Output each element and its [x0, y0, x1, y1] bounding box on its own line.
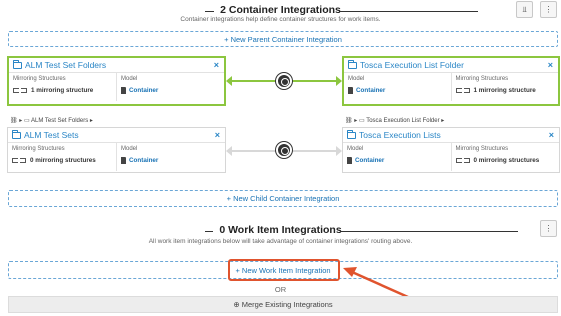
kebab-menu-icon: ⋮	[544, 224, 553, 233]
model-label: Model	[347, 146, 364, 152]
container-section-subtitle: Container integrations help define conta…	[180, 16, 381, 23]
link-icon: ⛓ ▸	[345, 118, 358, 124]
link-hub-icon[interactable]	[276, 73, 292, 89]
mirroring-icon	[455, 158, 470, 163]
card-alm-test-sets[interactable]: ALM Test Sets × Mirroring Structures 0 m…	[7, 127, 226, 173]
work-item-section-subtitle: All work item integrations below will ta…	[148, 238, 413, 245]
link-icon: ⛓ ▸	[10, 118, 23, 124]
close-icon[interactable]: ×	[548, 60, 553, 70]
model-value[interactable]: Container	[355, 157, 384, 164]
chart-icon: ⫫	[522, 4, 527, 14]
breadcrumb-left-text[interactable]: ALM Test Set Folders ▸	[31, 118, 93, 124]
card-tosca-execution-list-folder[interactable]: Tosca Execution List Folder × Model Cont…	[342, 56, 560, 106]
container-menu-button[interactable]: ⋮	[540, 1, 557, 18]
mirroring-structures-value[interactable]: 0 mirroring structures	[30, 157, 96, 164]
container-section-title: 2 Container Integrations	[214, 4, 347, 16]
breadcrumb-left: ⛓ ▸ ▭ ALM Test Set Folders ▸	[10, 117, 93, 124]
card-header: ALM Test Sets ×	[8, 128, 225, 143]
document-icon	[348, 87, 353, 94]
card-header: Tosca Execution List Folder ×	[344, 58, 558, 73]
mirroring-structures-value[interactable]: 1 mirroring structure	[474, 87, 536, 94]
folder-icon	[348, 59, 357, 69]
model-value[interactable]: Container	[129, 87, 158, 94]
folder-icon: ▭	[358, 118, 365, 124]
arrow-left-icon	[226, 146, 232, 156]
card-header: ALM Test Set Folders ×	[9, 58, 224, 73]
card-alm-test-set-folders[interactable]: ALM Test Set Folders × Mirroring Structu…	[7, 56, 226, 106]
card-title[interactable]: Tosca Execution Lists	[359, 130, 441, 140]
close-icon[interactable]: ×	[215, 130, 220, 140]
arrow-right-icon	[336, 146, 342, 156]
work-item-section-header: 0 Work Item Integrations	[0, 224, 561, 236]
folder-icon	[13, 59, 22, 69]
model-value[interactable]: Container	[129, 157, 158, 164]
mirroring-structures-label: Mirroring Structures	[455, 146, 509, 152]
close-icon[interactable]: ×	[214, 60, 219, 70]
card-header: Tosca Execution Lists ×	[343, 128, 559, 143]
model-label: Model	[121, 146, 138, 152]
breadcrumb-right-text[interactable]: Tosca Execution List Folder ▸	[366, 118, 444, 124]
mirroring-icon	[455, 88, 470, 93]
model-label: Model	[348, 76, 365, 82]
folder-icon: ▭	[23, 118, 30, 124]
mirroring-icon	[12, 158, 26, 163]
mirroring-structures-label: Mirroring Structures	[455, 76, 509, 82]
annotation-highlight-box	[228, 259, 340, 281]
or-separator: OR	[274, 285, 287, 294]
card-title[interactable]: ALM Test Sets	[24, 130, 79, 140]
container-section-header: 2 Container Integrations	[0, 4, 561, 16]
document-icon	[121, 157, 126, 164]
folder-icon	[347, 129, 356, 139]
document-icon	[347, 157, 352, 164]
kebab-menu-icon: ⋮	[544, 5, 553, 14]
mirroring-structures-label: Mirroring Structures	[13, 76, 66, 82]
card-title[interactable]: Tosca Execution List Folder	[360, 60, 464, 70]
work-item-section-title: 0 Work Item Integrations	[213, 224, 348, 236]
breadcrumb-right: ⛓ ▸ ▭ Tosca Execution List Folder ▸	[345, 117, 444, 124]
arrow-left-icon	[226, 76, 232, 86]
work-item-menu-button[interactable]: ⋮	[540, 220, 557, 237]
card-title[interactable]: ALM Test Set Folders	[25, 60, 106, 70]
model-label: Model	[121, 76, 138, 82]
link-hub-icon[interactable]	[276, 142, 292, 158]
document-icon	[121, 87, 126, 94]
close-icon[interactable]: ×	[549, 130, 554, 140]
arrow-right-icon	[336, 76, 342, 86]
mirroring-structures-value[interactable]: 1 mirroring structure	[31, 87, 93, 94]
folder-icon	[12, 129, 21, 139]
mirroring-structures-label: Mirroring Structures	[12, 146, 65, 152]
new-child-container-integration-button[interactable]: + New Child Container Integration	[8, 190, 558, 207]
mirroring-structures-value[interactable]: 0 mirroring structures	[474, 157, 540, 164]
model-value[interactable]: Container	[356, 87, 385, 94]
annotation-arrow-icon	[343, 267, 409, 299]
merge-existing-integrations-button[interactable]: ⊕ Merge Existing Integrations	[8, 296, 558, 313]
mirroring-icon	[13, 88, 27, 93]
new-parent-container-integration-button[interactable]: + New Parent Container Integration	[8, 31, 558, 47]
chart-icon-button[interactable]: ⫫	[516, 1, 533, 18]
card-tosca-execution-lists[interactable]: Tosca Execution Lists × Model Container …	[342, 127, 560, 173]
